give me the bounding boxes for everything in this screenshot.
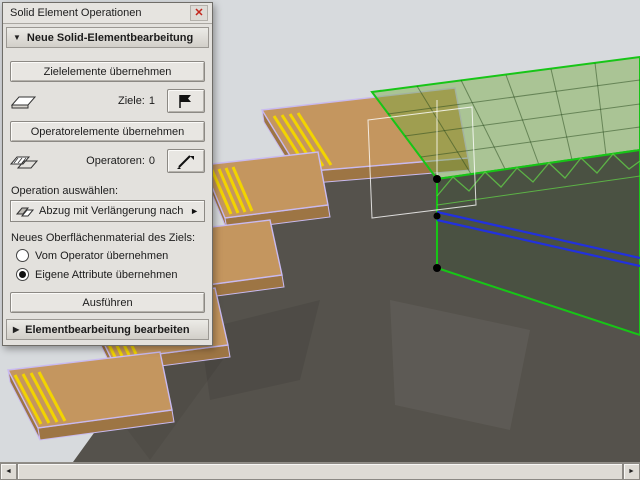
radio-own-attributes[interactable]: Eigene Attribute übernehmen — [16, 267, 199, 282]
section-new-solid-operation[interactable]: ▼ Neue Solid-Elementbearbeitung — [6, 27, 209, 48]
material-options-label: Neues Oberflächenmaterial des Ziels: — [11, 232, 196, 244]
scroll-left-button[interactable]: ◄ — [0, 463, 17, 480]
close-icon[interactable]: ✕ — [190, 5, 208, 21]
targets-count-value: 1 — [148, 95, 155, 107]
targets-count: Ziele: 1 — [44, 95, 167, 107]
get-target-elements-button[interactable]: Zielelemente übernehmen — [10, 61, 205, 82]
operators-count-value: 0 — [148, 155, 155, 167]
operators-count-label: Operatoren: — [86, 155, 145, 167]
scrollbar-thumb[interactable] — [17, 463, 623, 480]
subtraction-operation-icon — [15, 203, 35, 220]
get-operator-elements-button[interactable]: Operatorelemente übernehmen — [10, 121, 205, 142]
target-flag-icon — [179, 94, 191, 108]
dropdown-arrow-icon: ► — [190, 206, 199, 216]
targets-row: Ziele: 1 — [10, 87, 205, 115]
horizontal-scrollbar[interactable]: ◄ ► — [0, 462, 640, 480]
scroll-right-button[interactable]: ► — [623, 463, 640, 480]
radio-icon — [16, 249, 29, 262]
chevron-right-icon: ▶ — [13, 325, 20, 334]
section-label: Elementbearbeitung bearbeiten — [25, 323, 190, 336]
section-label: Neue Solid-Elementbearbeitung — [26, 31, 194, 44]
execute-button[interactable]: Ausführen — [10, 292, 205, 313]
radio-label: Vom Operator übernehmen — [35, 249, 169, 262]
chevron-down-icon: ▼ — [13, 33, 21, 42]
operation-select[interactable]: Abzug mit Verlängerung nach ... ► — [10, 200, 205, 222]
radio-label: Eigene Attribute übernehmen — [35, 268, 178, 281]
section-edit-operations[interactable]: ▶ Elementbearbeitung bearbeiten — [6, 319, 209, 340]
operator-element-icon — [10, 153, 44, 170]
solid-element-operations-palette: Solid Element Operationen ✕ ▼ Neue Solid… — [2, 2, 213, 346]
operators-count: Operatoren: 0 — [44, 155, 167, 167]
targets-count-label: Ziele: — [117, 95, 145, 107]
3d-window: Solid Element Operationen ✕ ▼ Neue Solid… — [0, 0, 640, 480]
pick-operator-button[interactable] — [167, 149, 205, 173]
pencil-pick-icon — [177, 154, 194, 169]
wood-tread-step2[interactable] — [201, 151, 331, 231]
target-element-icon — [10, 93, 44, 110]
radio-icon — [16, 268, 29, 281]
pick-target-button[interactable] — [167, 89, 205, 113]
palette-titlebar[interactable]: Solid Element Operationen ✕ — [3, 3, 212, 24]
operation-selected-value: Abzug mit Verlängerung nach ... — [39, 205, 186, 217]
operation-select-label: Operation auswählen: — [11, 185, 119, 197]
radio-from-operator[interactable]: Vom Operator übernehmen — [16, 248, 199, 263]
operators-row: Operatoren: 0 — [10, 147, 205, 175]
palette-title: Solid Element Operationen — [10, 7, 142, 19]
